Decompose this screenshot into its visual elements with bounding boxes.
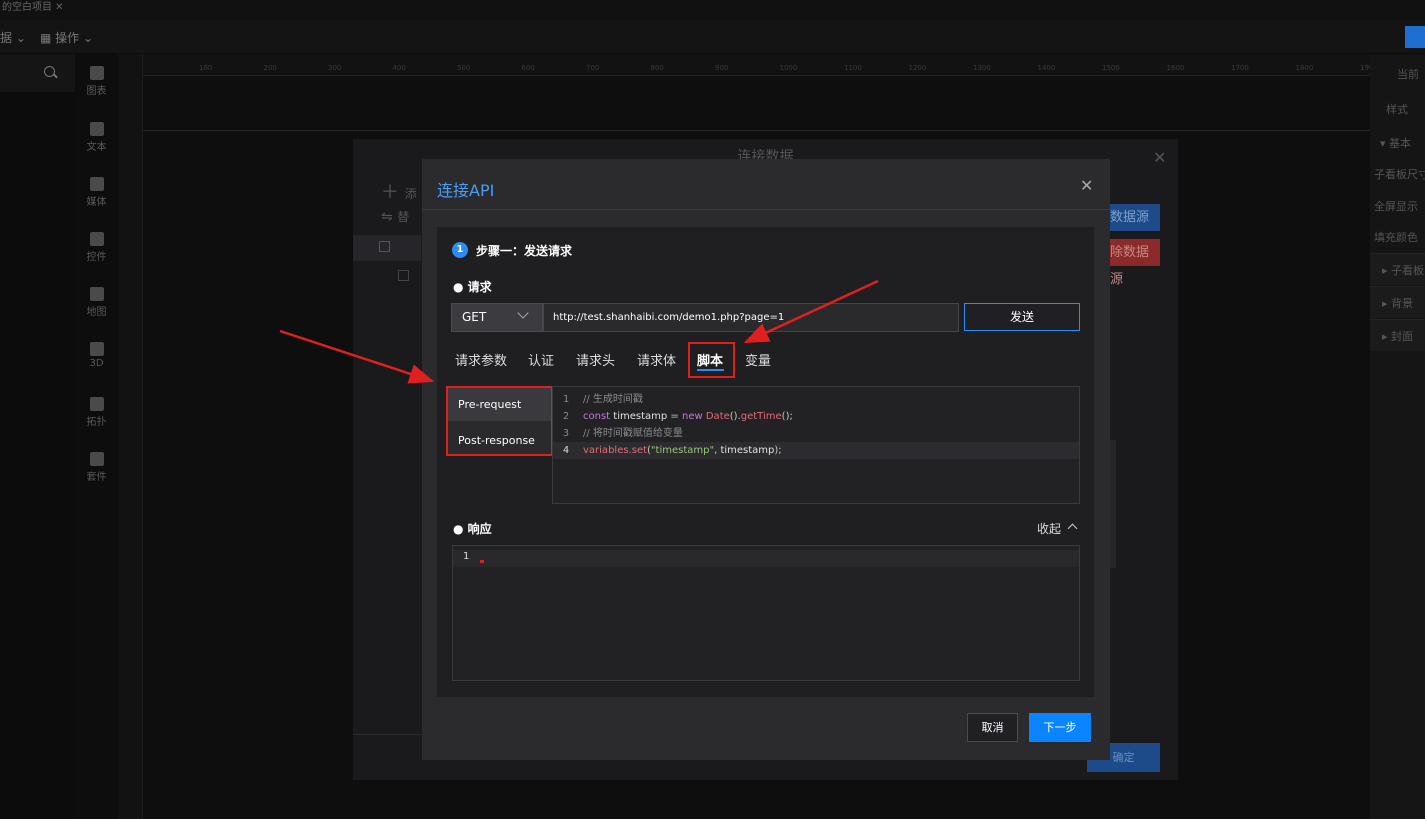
arrow-to-script-types — [279, 329, 435, 384]
arrow-to-script-tab — [743, 279, 879, 344]
annotation-arrows — [279, 279, 879, 384]
